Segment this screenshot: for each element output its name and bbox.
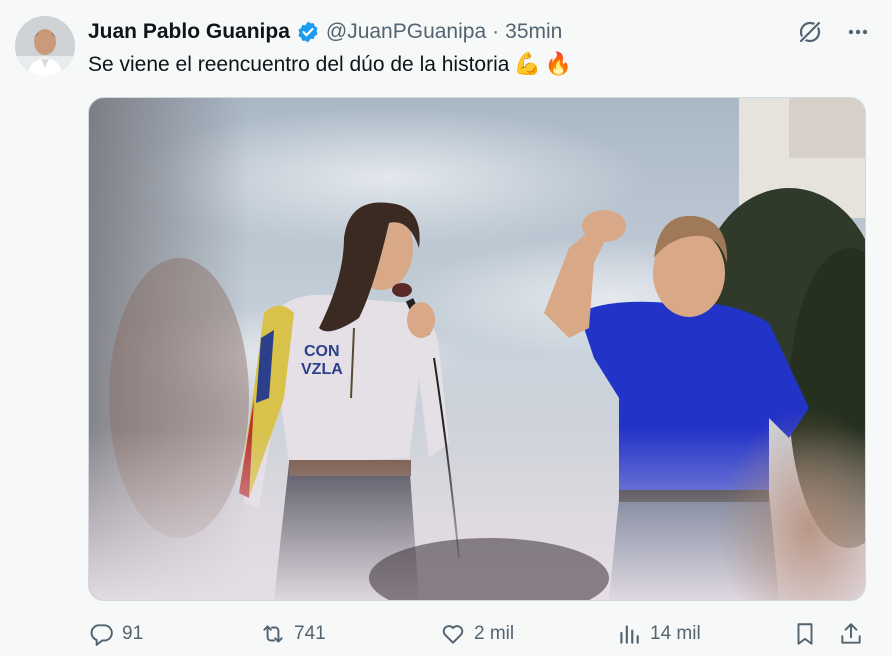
- share-icon: [841, 623, 861, 644]
- author-handle[interactable]: @JuanPGuanipa: [326, 20, 486, 44]
- tweet-photo[interactable]: CON VZLA: [88, 97, 866, 601]
- shirt-text-2: VZLA: [301, 361, 343, 378]
- like-button[interactable]: 2 mil: [440, 621, 514, 647]
- top-actions: [796, 18, 872, 46]
- author-name[interactable]: Juan Pablo Guanipa: [88, 20, 290, 44]
- retweet-icon: [263, 625, 283, 643]
- share-button[interactable]: [838, 621, 864, 647]
- like-count: 2 mil: [474, 623, 515, 644]
- reply-icon: [90, 624, 113, 646]
- heart-icon: [442, 625, 464, 644]
- flexed-biceps-emoji: 💪: [513, 52, 541, 77]
- verified-badge-icon: [296, 20, 320, 44]
- separator-dot: ·: [492, 20, 500, 43]
- shirt-text-1: CON: [304, 343, 340, 360]
- tweet-actions: 91 741 2 mil 14 mil: [88, 616, 868, 652]
- tweet-body: Se viene el reencuentro del dúo de la hi…: [88, 52, 510, 76]
- fire-emoji: 🔥: [544, 52, 573, 77]
- tweet-header: Juan Pablo Guanipa @JuanPGuanipa · 35min: [88, 18, 562, 46]
- views-count: 14 mil: [650, 623, 701, 644]
- tweet-timestamp[interactable]: 35min: [505, 20, 562, 44]
- reply-count: 91: [122, 623, 144, 644]
- views-button[interactable]: 14 mil: [616, 621, 701, 647]
- more-icon[interactable]: [844, 18, 872, 46]
- views-icon: [620, 625, 639, 644]
- retweet-count: 741: [294, 623, 326, 644]
- reply-button[interactable]: 91: [88, 621, 143, 647]
- retweet-button[interactable]: 741: [260, 621, 326, 647]
- grok-icon[interactable]: [796, 18, 824, 46]
- bookmark-button[interactable]: [792, 621, 818, 647]
- tweet-text: Se viene el reencuentro del dúo de la hi…: [88, 52, 572, 77]
- avatar[interactable]: [15, 16, 75, 76]
- bookmark-icon: [797, 623, 813, 645]
